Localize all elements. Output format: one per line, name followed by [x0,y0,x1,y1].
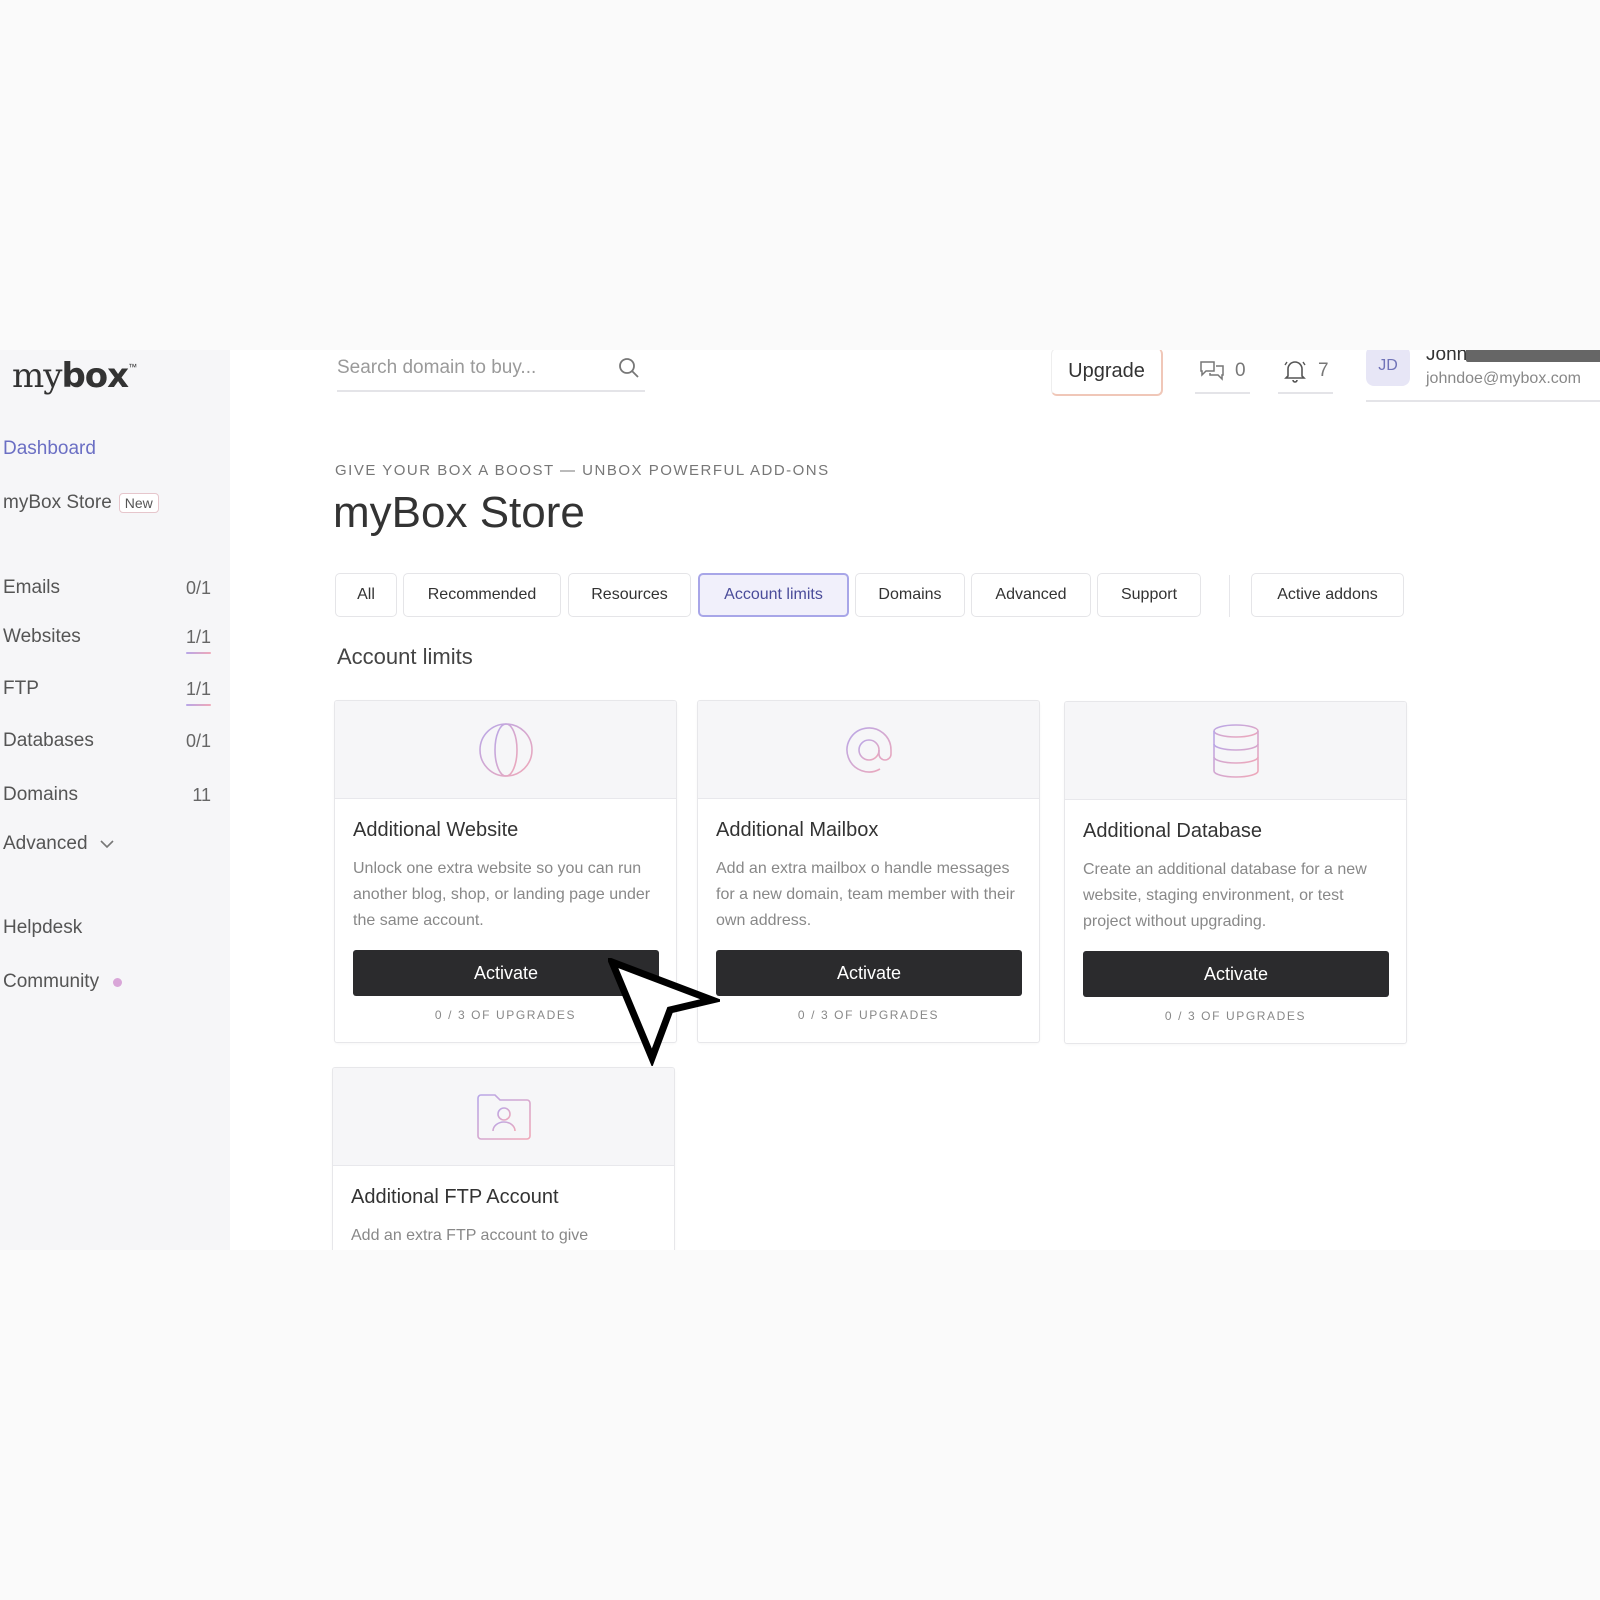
app-window: mybox™ Dashboard myBox Store New Emails … [0,350,1600,1250]
at-sign-icon [845,726,892,773]
usage-count: 0/1 [185,577,211,598]
sidebar-item-databases[interactable]: Databases 0/1 [3,730,211,752]
tab-divider [1229,575,1230,617]
sidebar-item-label: Dashboard [3,438,96,459]
notifications-count: 7 [1318,360,1329,381]
database-icon [1212,723,1259,778]
sidebar-item-ftp[interactable]: FTP 1/1 [3,678,212,706]
page-eyebrow: GIVE YOUR BOX A BOOST — UNBOX POWERFUL A… [335,462,830,479]
avatar: JD [1366,350,1410,386]
tab-account-limits[interactable]: Account limits [698,573,849,617]
usage-count: 11 [192,784,211,805]
card-icon-area [333,1068,674,1166]
sidebar-item-emails[interactable]: Emails 0/1 [3,577,211,599]
mouse-cursor-icon [608,958,720,1066]
sidebar-item-label: Helpdesk [3,917,83,938]
sidebar-item-label: Emails [3,577,61,598]
sidebar-item-advanced[interactable]: Advanced [3,833,211,855]
active-addons-button[interactable]: Active addons [1251,573,1404,617]
sidebar-item-label: Community [3,971,100,992]
page-title: myBox Store [333,488,585,537]
domain-search [337,350,645,392]
usage-count: 1/1 [185,678,212,706]
mybox-logo[interactable]: mybox™ [12,356,137,396]
chat-icon [1200,361,1224,381]
notifications-button[interactable]: 7 [1278,350,1333,394]
card-description: Add an extra mailbox o handle messages f… [716,860,1015,929]
sidebar-item-community[interactable]: Community [3,971,211,993]
user-email: johndoe@mybox.com [1426,370,1581,387]
sidebar-item-helpdesk[interactable]: Helpdesk [3,917,211,939]
new-badge: New [118,493,159,513]
card-title: Additional Database [1083,820,1263,842]
redaction-bar [1466,350,1600,362]
card-title: Additional Website [353,819,519,841]
chevron-down-icon [99,840,114,849]
sidebar-item-dashboard[interactable]: Dashboard [3,438,211,460]
addon-card: Additional Database Create an additional… [1064,701,1407,1044]
sidebar-item-label: Databases [3,730,94,751]
card-icon-area [698,701,1039,799]
tab-domains[interactable]: Domains [855,573,965,617]
addon-card: Additional FTP Account Add an extra FTP … [332,1067,675,1250]
tab-resources[interactable]: Resources [568,573,691,617]
upgrade-button[interactable]: Upgrade [1051,350,1163,396]
sidebar-item-websites[interactable]: Websites 1/1 [3,626,212,654]
activate-button[interactable]: Activate [716,950,1022,996]
activate-button[interactable]: Activate [1083,951,1389,997]
user-name: John [1426,350,1468,365]
sidebar-item-label: Domains [3,784,78,805]
section-title: Account limits [337,644,473,669]
card-icon-area [1065,702,1406,800]
user-menu[interactable]: JD John johndoe@mybox.com [1366,350,1600,402]
bell-icon [1284,361,1306,383]
search-input[interactable] [337,350,607,386]
sidebar-item-domains[interactable]: Domains 11 [3,784,211,806]
card-icon-area [335,701,676,799]
trademark-mark: ™ [128,362,137,372]
logo-text-light: my [12,356,62,396]
card-description: Add an extra FTP account to give [351,1227,589,1244]
usage-count: 1/1 [185,626,212,654]
card-title: Additional FTP Account [351,1186,559,1208]
messages-button[interactable]: 0 [1195,350,1250,394]
sidebar-item-mybox-store[interactable]: myBox Store New [3,492,211,514]
tab-all[interactable]: All [335,573,397,617]
messages-count: 0 [1235,360,1246,381]
upgrade-counter: 0 / 3 OF UPGRADES [1164,1009,1307,1023]
usage-count: 0/1 [185,730,211,751]
tab-advanced[interactable]: Advanced [971,573,1091,617]
addon-card: Additional Mailbox Add an extra mailbox … [697,700,1040,1043]
folder-user-icon [476,1093,531,1140]
upgrade-counter: 0 / 3 OF UPGRADES [797,1008,940,1022]
card-description: Create an additional database for a new … [1083,861,1367,930]
globe-icon [478,722,533,777]
sidebar-item-label: myBox Store [3,492,112,513]
sidebar: mybox™ Dashboard myBox Store New Emails … [0,350,230,1250]
card-description: Unlock one extra website so you can run … [353,860,651,929]
sidebar-item-label: Websites [3,626,81,647]
tab-recommended[interactable]: Recommended [403,573,561,617]
sidebar-item-label: FTP [3,678,39,699]
card-title: Additional Mailbox [716,819,879,841]
status-dot [113,977,123,987]
logo-text-bold: box [61,356,129,396]
tab-support[interactable]: Support [1097,573,1201,617]
sidebar-item-label: Advanced [3,833,88,854]
search-icon[interactable] [617,356,641,380]
